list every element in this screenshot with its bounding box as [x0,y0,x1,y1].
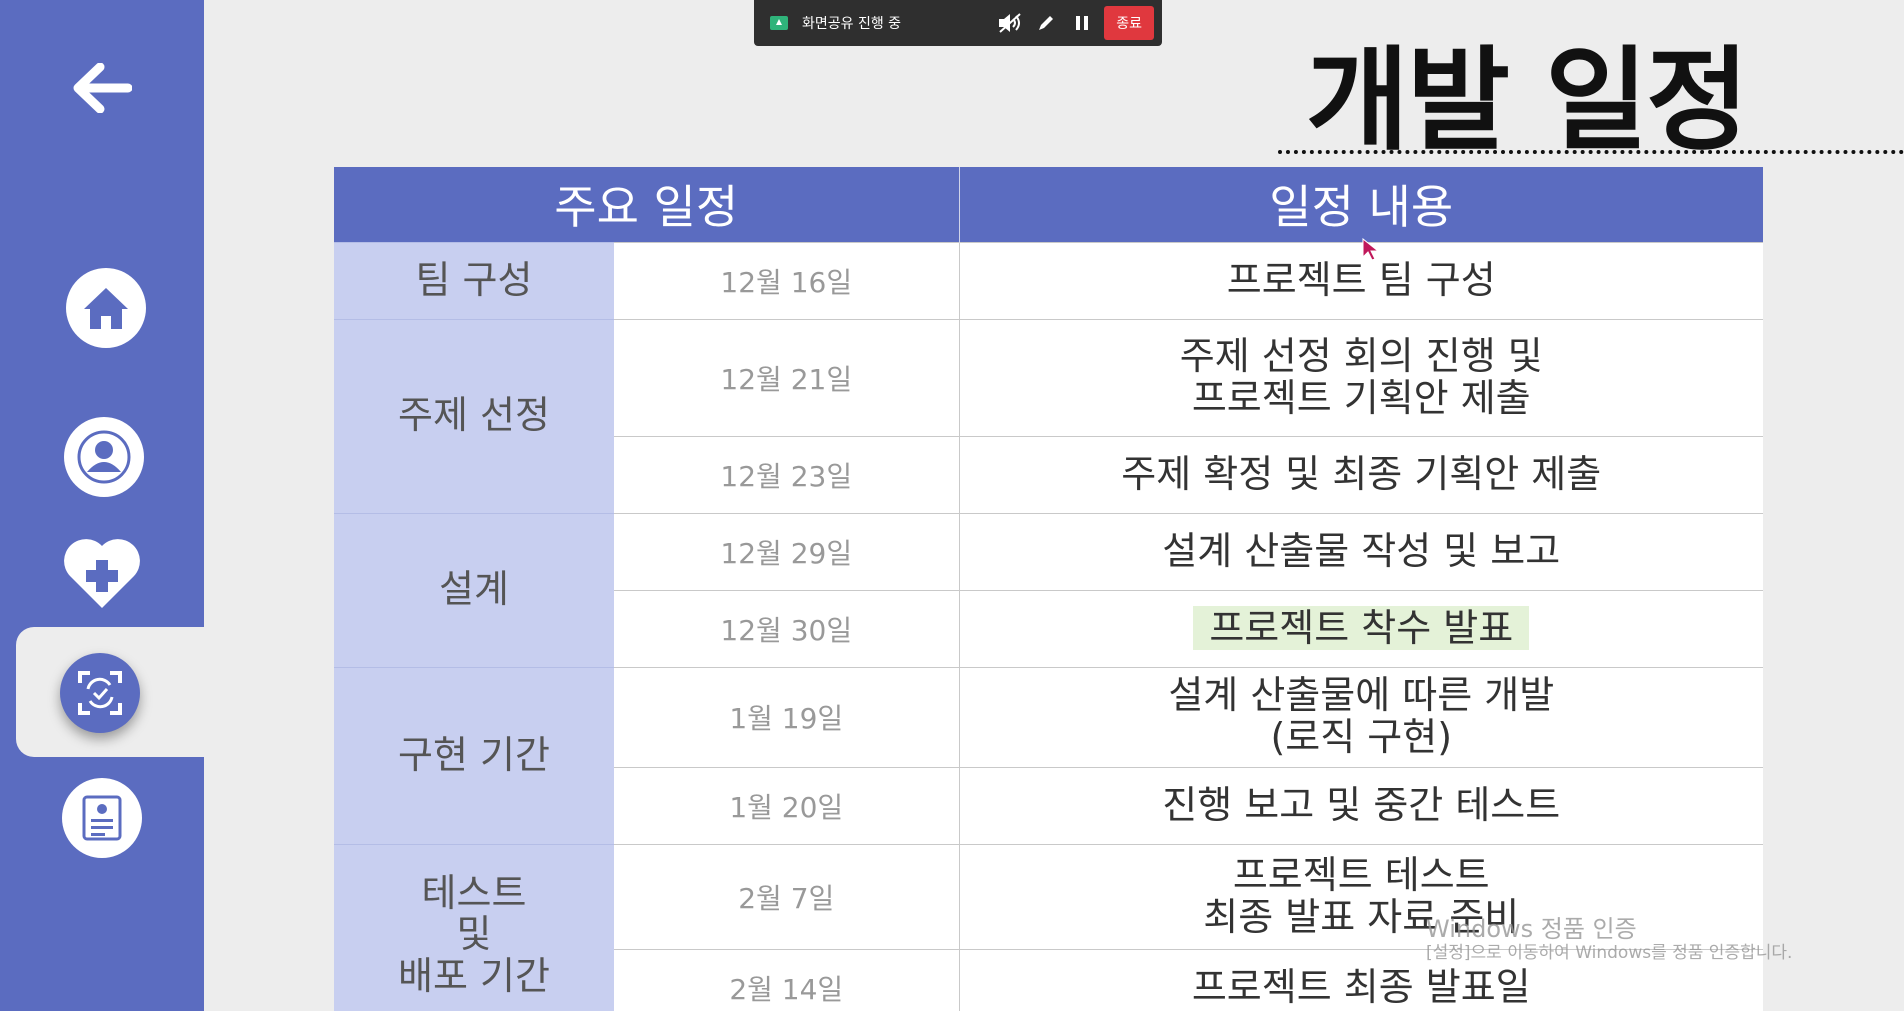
screen-share-icon [770,16,788,30]
date-cell: 12월 29일 [614,512,959,590]
content-cell: 주제 확정 및 최종 기획안 제출 [958,435,1763,513]
nav-home-button[interactable] [66,268,146,348]
table-row: 주제 선정 12월 21일 주제 선정 회의 진행 및 프로젝트 기획안 제출 [334,318,1763,513]
content-cell: 프로젝트 착수 발표 [958,589,1763,667]
phase-cell: 설계 [334,512,614,667]
table-row: 테스트 및 배포 기간 2월 7일 프로젝트 테스트 최종 발표 자료 준비 [334,843,1763,1011]
phase-cell: 팀 구성 [334,241,614,319]
heart-plus-icon [64,539,140,608]
header-main-schedule: 주요 일정 [334,167,959,242]
schedule-refresh-icon [78,671,122,715]
date-cell: 2월 7일 [614,843,959,949]
pause-icon [1076,16,1089,30]
back-arrow-icon [73,63,132,113]
phase-cell: 주제 선정 [334,318,614,513]
annotate-button[interactable] [1030,7,1062,39]
mouse-cursor-icon [1362,238,1380,261]
content-cell: 설계 산출물에 따른 개발 (로직 구현) [958,666,1763,767]
home-icon [84,288,128,329]
date-cell: 12월 23일 [614,435,959,513]
pen-icon [1039,16,1054,30]
content-cell: 설계 산출물 작성 및 보고 [958,512,1763,590]
content-cell: 프로젝트 팀 구성 [958,241,1763,319]
nav-schedule-button[interactable] [60,653,140,733]
table-row: 구현 기간 1월 19일 설계 산출물에 따른 개발 (로직 구현) [334,666,1763,844]
back-button[interactable] [66,52,138,124]
date-cell: 1월 19일 [614,666,959,767]
document-icon [82,795,122,841]
nav-profile-button[interactable] [64,417,144,497]
content-cell: 프로젝트 최종 발표일 [958,948,1763,1011]
date-cell: 1월 20일 [614,766,959,844]
user-icon [77,430,131,484]
date-cell: 12월 16일 [614,241,959,319]
nav-document-button[interactable] [62,778,142,858]
speaker-muted-icon [999,13,1021,33]
pause-button[interactable] [1066,7,1098,39]
highlighted-text: 프로젝트 착수 발표 [1193,605,1530,650]
end-share-button[interactable]: 종료 [1104,6,1154,40]
page-title: 개발 일정 [1306,36,1749,166]
phase-cell: 테스트 및 배포 기간 [334,843,614,1011]
screen-share-status: 화면공유 진행 중 [802,16,902,32]
table-row: 팀 구성 12월 16일 프로젝트 팀 구성 [334,241,1763,319]
sidebar [0,0,204,1011]
nav-health-button[interactable] [62,533,142,613]
table-header-row: 주요 일정 일정 내용 [334,167,1763,242]
header-schedule-content: 일정 내용 [958,167,1763,242]
content-cell: 진행 보고 및 중간 테스트 [958,766,1763,844]
date-cell: 12월 30일 [614,589,959,667]
title-divider [1278,150,1904,154]
screen-share-bar: 화면공유 진행 중 종료 [754,0,1162,46]
mute-button[interactable] [994,7,1026,39]
table-row: 설계 12월 29일 설계 산출물 작성 및 보고 [334,512,1763,667]
date-cell: 2월 14일 [614,948,959,1011]
phase-cell: 구현 기간 [334,666,614,844]
date-cell: 12월 21일 [614,318,959,436]
content-cell: 주제 선정 회의 진행 및 프로젝트 기획안 제출 [958,318,1763,436]
schedule-table: 주요 일정 일정 내용 팀 구성 12월 16일 프로젝트 팀 구성 주제 선정… [334,167,1763,1011]
content-cell: 프로젝트 테스트 최종 발표 자료 준비 [958,843,1763,949]
